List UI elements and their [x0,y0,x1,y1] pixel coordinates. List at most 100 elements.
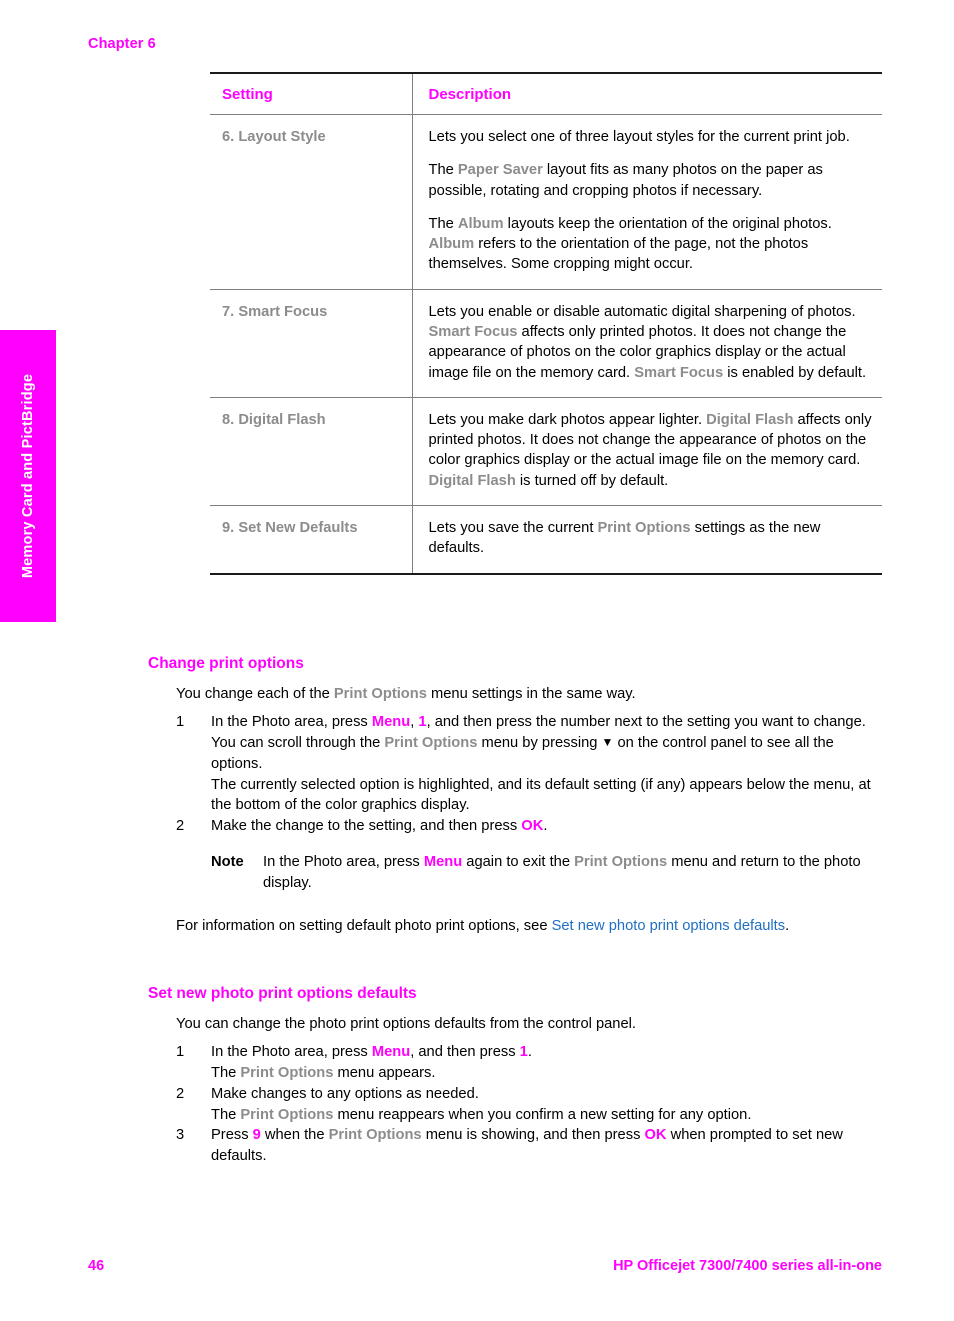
ui-term: Print Options [597,519,691,536]
text-run: menu settings in the same way. [426,686,636,702]
text-run: again to exit the [462,854,575,871]
ui-term: Paper Saver [457,162,543,179]
step-number: 1 [176,1043,185,1060]
description-paragraph: Lets you make dark photos appear lighter… [429,410,879,491]
text-run: Make the change to the setting, and then… [211,818,522,835]
text-run: is turned off by default. [515,472,669,489]
text-run: In the Photo area, press [211,1043,372,1060]
text-run: You can change the photo print options d… [176,1016,636,1032]
footer-page-number: 46 [88,1258,105,1274]
text-run: menu by pressing [477,734,602,751]
side-thumb-tab: Memory Card and PictBridge [0,330,56,622]
step-result-text: The Print Options menu appears. [211,1063,882,1084]
step-number: 2 [176,818,185,835]
text-run: Lets you select one of three layout styl… [428,129,850,145]
key-name: Menu [371,713,411,730]
text-run: is enabled by default. [723,364,867,381]
description-paragraph: Lets you select one of three layout styl… [429,127,879,147]
ui-term: Album [457,215,504,232]
cell-setting-name: 6. Layout Style [210,114,412,290]
ui-term: Print Options [240,1064,334,1081]
ui-term: Album [428,236,475,253]
key-name: Menu [371,1043,411,1060]
text-run: refers to the orientation of the page, n… [428,236,809,273]
procedure-step: 1 In the Photo area, press Menu, and then… [0,1042,954,1084]
text-run: menu is showing, and then press [421,1127,645,1144]
note-label: Note [211,854,244,871]
down-arrow-icon: ▼ [601,734,614,749]
key-name: OK [644,1127,667,1144]
section-change-print-options: Change print options You change each of … [0,655,954,937]
procedure-steps-set-new-defaults: 1 In the Photo area, press Menu, and then… [0,1042,954,1167]
step-text: Make the change to the setting, and then… [211,818,547,834]
table-header-row: Setting Description [210,72,882,115]
cell-setting-name: 7. Smart Focus [210,289,412,398]
cell-setting-description: Lets you select one of three layout styl… [411,114,882,290]
key-name: 1 [519,1043,528,1060]
chapter-label: Chapter 6 [88,36,156,52]
procedure-step: 2 Make changes to any options as needed. T… [0,1084,954,1126]
text-run: The [211,1106,241,1123]
note-text: In the Photo area, press Menu again to e… [211,852,882,894]
text-run: . [543,818,548,835]
ui-term: Print Options [333,686,427,702]
procedure-step: 2 Make the change to the setting, and the… [0,816,954,837]
cell-setting-description: Lets you save the current Print Options … [411,505,882,575]
text-run: menu reappears when you confirm a new se… [333,1106,752,1123]
step-number: 1 [176,713,185,730]
table-row: 8. Digital Flash Lets you make dark photo… [210,397,882,506]
procedure-step: 1 In the Photo area, press Menu, 1, and t… [0,712,954,816]
step-text: In the Photo area, press Menu, and then … [211,1044,532,1060]
step-result-text: The currently selected option is highlig… [211,775,882,817]
text-run: Lets you enable or disable automatic dig… [428,303,856,320]
cross-reference-link[interactable]: Set new photo print options defaults [552,918,786,934]
text-run: You change each of the [176,686,334,702]
ui-term: Digital Flash [428,472,516,489]
column-header-setting: Setting [210,72,412,115]
text-run: The [428,215,458,232]
text-run: The [211,1064,241,1081]
text-run: In the Photo area, press [263,854,424,871]
text-run: Make changes to any options as needed. [211,1085,479,1102]
ui-term: Smart Focus [428,323,518,340]
side-thumb-tab-label: Memory Card and PictBridge [20,373,36,579]
text-run: layouts keep the orientation of the orig… [503,215,832,232]
step-number: 2 [176,1085,185,1102]
step-number: 3 [176,1127,185,1144]
page-footer: 46 HP Officejet 7300/7400 series all-in-… [0,1258,954,1282]
step-text: Make changes to any options as needed. [211,1086,479,1102]
text-run: menu appears. [333,1064,436,1081]
description-paragraph: Lets you enable or disable automatic dig… [429,302,879,383]
cell-setting-description: Lets you make dark photos appear lighter… [411,397,882,506]
footer-product-name: HP Officejet 7300/7400 series all-in-one [613,1258,882,1274]
text-run: Lets you make dark photos appear lighter… [428,411,707,428]
step-result-text: The Print Options menu reappears when yo… [211,1105,882,1126]
cell-setting-name: 8. Digital Flash [210,397,412,506]
ui-term: Print Options [328,1127,422,1144]
text-run: In the Photo area, press [211,713,372,730]
cell-setting-name: 9. Set New Defaults [210,505,412,575]
ui-term: Print Options [240,1106,334,1123]
section-intro-paragraph: You change each of the Print Options men… [0,684,954,705]
text-run: when the [260,1127,329,1144]
note-block: Note In the Photo area, press Menu again… [0,852,954,894]
description-paragraph: Lets you save the current Print Options … [429,518,879,559]
key-name: 1 [418,713,427,730]
ui-term: Print Options [384,734,478,751]
print-options-settings-table: Setting Description 6. Layout Style Lets … [210,72,882,575]
step-text: Press 9 when the Print Options menu is s… [211,1127,843,1164]
procedure-step: 3 Press 9 when the Print Options menu is … [0,1125,954,1167]
table-row: 9. Set New Defaults Lets you save the cur… [210,505,882,575]
ui-term: Smart Focus [634,364,724,381]
text-run: The [428,162,458,179]
description-paragraph: The Album layouts keep the orientation o… [429,214,879,275]
table-head: Setting Description [210,72,882,115]
table-body: 6. Layout Style Lets you select one of th… [210,114,882,575]
text-run: Lets you save the current [428,519,598,536]
ui-term: Print Options [574,854,668,871]
description-paragraph: The Paper Saver layout fits as many phot… [429,160,879,201]
section-heading-set-new-defaults: Set new photo print options defaults [148,985,417,1002]
section-intro-paragraph: You can change the photo print options d… [0,1014,954,1035]
key-name: 9 [252,1127,261,1144]
text-run: . [785,917,790,934]
